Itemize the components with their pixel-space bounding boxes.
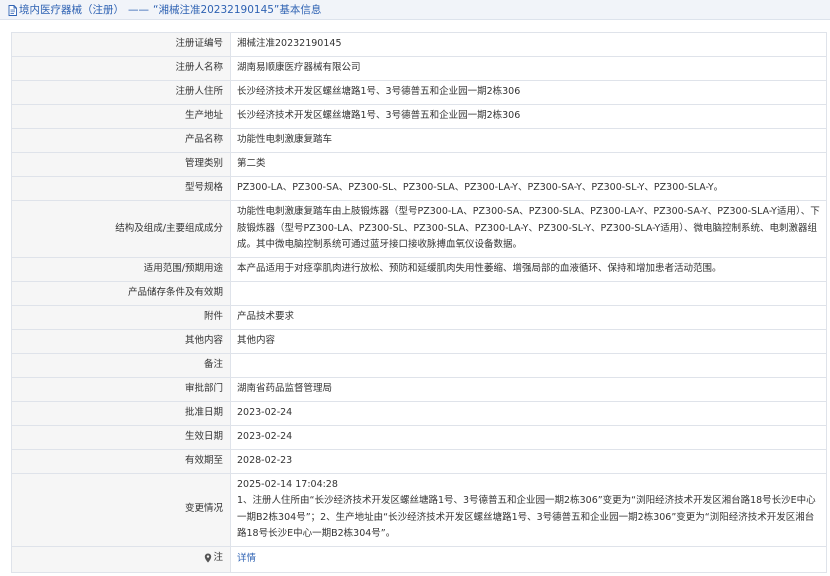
- row-value: 长沙经济技术开发区螺丝塘路1号、3号德普五和企业园一期2栋306: [230, 80, 827, 105]
- table-row-other-content: 其他内容 其他内容: [11, 328, 827, 354]
- table-row-registration-number: 注册证编号 湘械注准20232190145: [11, 32, 827, 57]
- page-title: “湘械注准20232190145”基本信息: [153, 4, 322, 16]
- table-row-storage: 产品储存条件及有效期: [11, 280, 827, 306]
- table-row-valid-until: 有效期至 2028-02-23: [11, 448, 827, 474]
- row-value: 2023-02-24: [230, 400, 827, 426]
- table-row-registrant-address: 注册人住所 长沙经济技术开发区螺丝塘路1号、3号德普五和企业园一期2栋306: [11, 80, 827, 105]
- table-row-management-category: 管理类别 第二类: [11, 152, 827, 177]
- change-description: 1、注册人住所由“长沙经济技术开发区螺丝塘路1号、3号德普五和企业园一期2栋30…: [237, 495, 816, 539]
- breadcrumb-category: 境内医疗器械（注册）: [19, 4, 124, 16]
- row-label: 注册证编号: [11, 32, 231, 57]
- row-label: 批准日期: [11, 400, 231, 426]
- table-row-registrant-name: 注册人名称 湖南易顺康医疗器械有限公司: [11, 56, 827, 81]
- note-label: 注: [213, 551, 223, 563]
- row-label: 产品储存条件及有效期: [11, 280, 231, 306]
- table-row-structure: 结构及组成/主要组成成分 功能性电刺激康复踏车由上肢锻炼器（型号PZ300-LA…: [11, 200, 827, 258]
- map-pin-icon: [205, 553, 212, 563]
- row-value: 详情: [230, 545, 827, 574]
- document-icon: [8, 5, 17, 16]
- row-label: 适用范围/预期用途: [11, 256, 231, 282]
- row-value: 其他内容: [230, 328, 827, 354]
- row-label: 结构及组成/主要组成成分: [11, 200, 231, 258]
- row-value: [230, 280, 827, 306]
- row-value: [230, 352, 827, 378]
- table-row-remarks: 备注: [11, 352, 827, 378]
- table-row-attachment: 附件 产品技术要求: [11, 304, 827, 330]
- row-value: 功能性电刺激康复踏车由上肢锻炼器（型号PZ300-LA、PZ300-SA、PZ3…: [230, 200, 827, 258]
- row-label: 备注: [11, 352, 231, 378]
- breadcrumb-separator: ——: [128, 3, 149, 16]
- table-row-approval-department: 审批部门 湖南省药品监督管理局: [11, 376, 827, 402]
- row-label: 审批部门: [11, 376, 231, 402]
- row-value: 2028-02-23: [230, 448, 827, 474]
- details-link[interactable]: 详情: [237, 553, 256, 564]
- row-label: 注册人名称: [11, 56, 231, 81]
- row-value: 产品技术要求: [230, 304, 827, 330]
- row-label: 注册人住所: [11, 80, 231, 105]
- change-timestamp: 2025-02-14 17:04:28: [237, 478, 338, 490]
- row-label: 生效日期: [11, 424, 231, 450]
- row-label: 型号规格: [11, 176, 231, 201]
- row-label: 注: [11, 545, 231, 574]
- row-value: 本产品适用于对痉挛肌肉进行放松、预防和延缓肌肉失用性萎缩、增强局部的血液循环、保…: [230, 256, 827, 282]
- table-row-model-spec: 型号规格 PZ300-LA、PZ300-SA、PZ300-SL、PZ300-SL…: [11, 176, 827, 201]
- registration-detail-table: 注册证编号 湘械注准20232190145 注册人名称 湖南易顺康医疗器械有限公…: [11, 32, 827, 574]
- row-value: 第二类: [230, 152, 827, 177]
- row-label: 其他内容: [11, 328, 231, 354]
- table-row-production-address: 生产地址 长沙经济技术开发区螺丝塘路1号、3号德普五和企业园一期2栋306: [11, 104, 827, 129]
- table-row-change-history: 变更情况 2025-02-14 17:04:28 1、注册人住所由“长沙经济技术…: [11, 472, 827, 547]
- table-row-approval-date: 批准日期 2023-02-24: [11, 400, 827, 426]
- row-label: 生产地址: [11, 104, 231, 129]
- row-label: 有效期至: [11, 448, 231, 474]
- row-value: 长沙经济技术开发区螺丝塘路1号、3号德普五和企业园一期2栋306: [230, 104, 827, 129]
- table-row-product-name: 产品名称 功能性电刺激康复踏车: [11, 128, 827, 153]
- row-value: 湘械注准20232190145: [230, 32, 827, 57]
- row-label: 变更情况: [11, 472, 231, 547]
- table-row-note: 注 详情: [11, 545, 827, 574]
- row-label: 产品名称: [11, 128, 231, 153]
- table-row-intended-use: 适用范围/预期用途 本产品适用于对痉挛肌肉进行放松、预防和延缓肌肉失用性萎缩、增…: [11, 256, 827, 282]
- row-value: 功能性电刺激康复踏车: [230, 128, 827, 153]
- row-label: 管理类别: [11, 152, 231, 177]
- row-value: PZ300-LA、PZ300-SA、PZ300-SL、PZ300-SLA、PZ3…: [230, 176, 827, 201]
- row-value: 湖南省药品监督管理局: [230, 376, 827, 402]
- table-row-effective-date: 生效日期 2023-02-24: [11, 424, 827, 450]
- breadcrumb-bar: 境内医疗器械（注册） —— “湘械注准20232190145”基本信息: [0, 0, 830, 20]
- change-history-value: 2025-02-14 17:04:28 1、注册人住所由“长沙经济技术开发区螺丝…: [230, 472, 827, 547]
- row-value: 2023-02-24: [230, 424, 827, 450]
- row-value: 湖南易顺康医疗器械有限公司: [230, 56, 827, 81]
- row-label: 附件: [11, 304, 231, 330]
